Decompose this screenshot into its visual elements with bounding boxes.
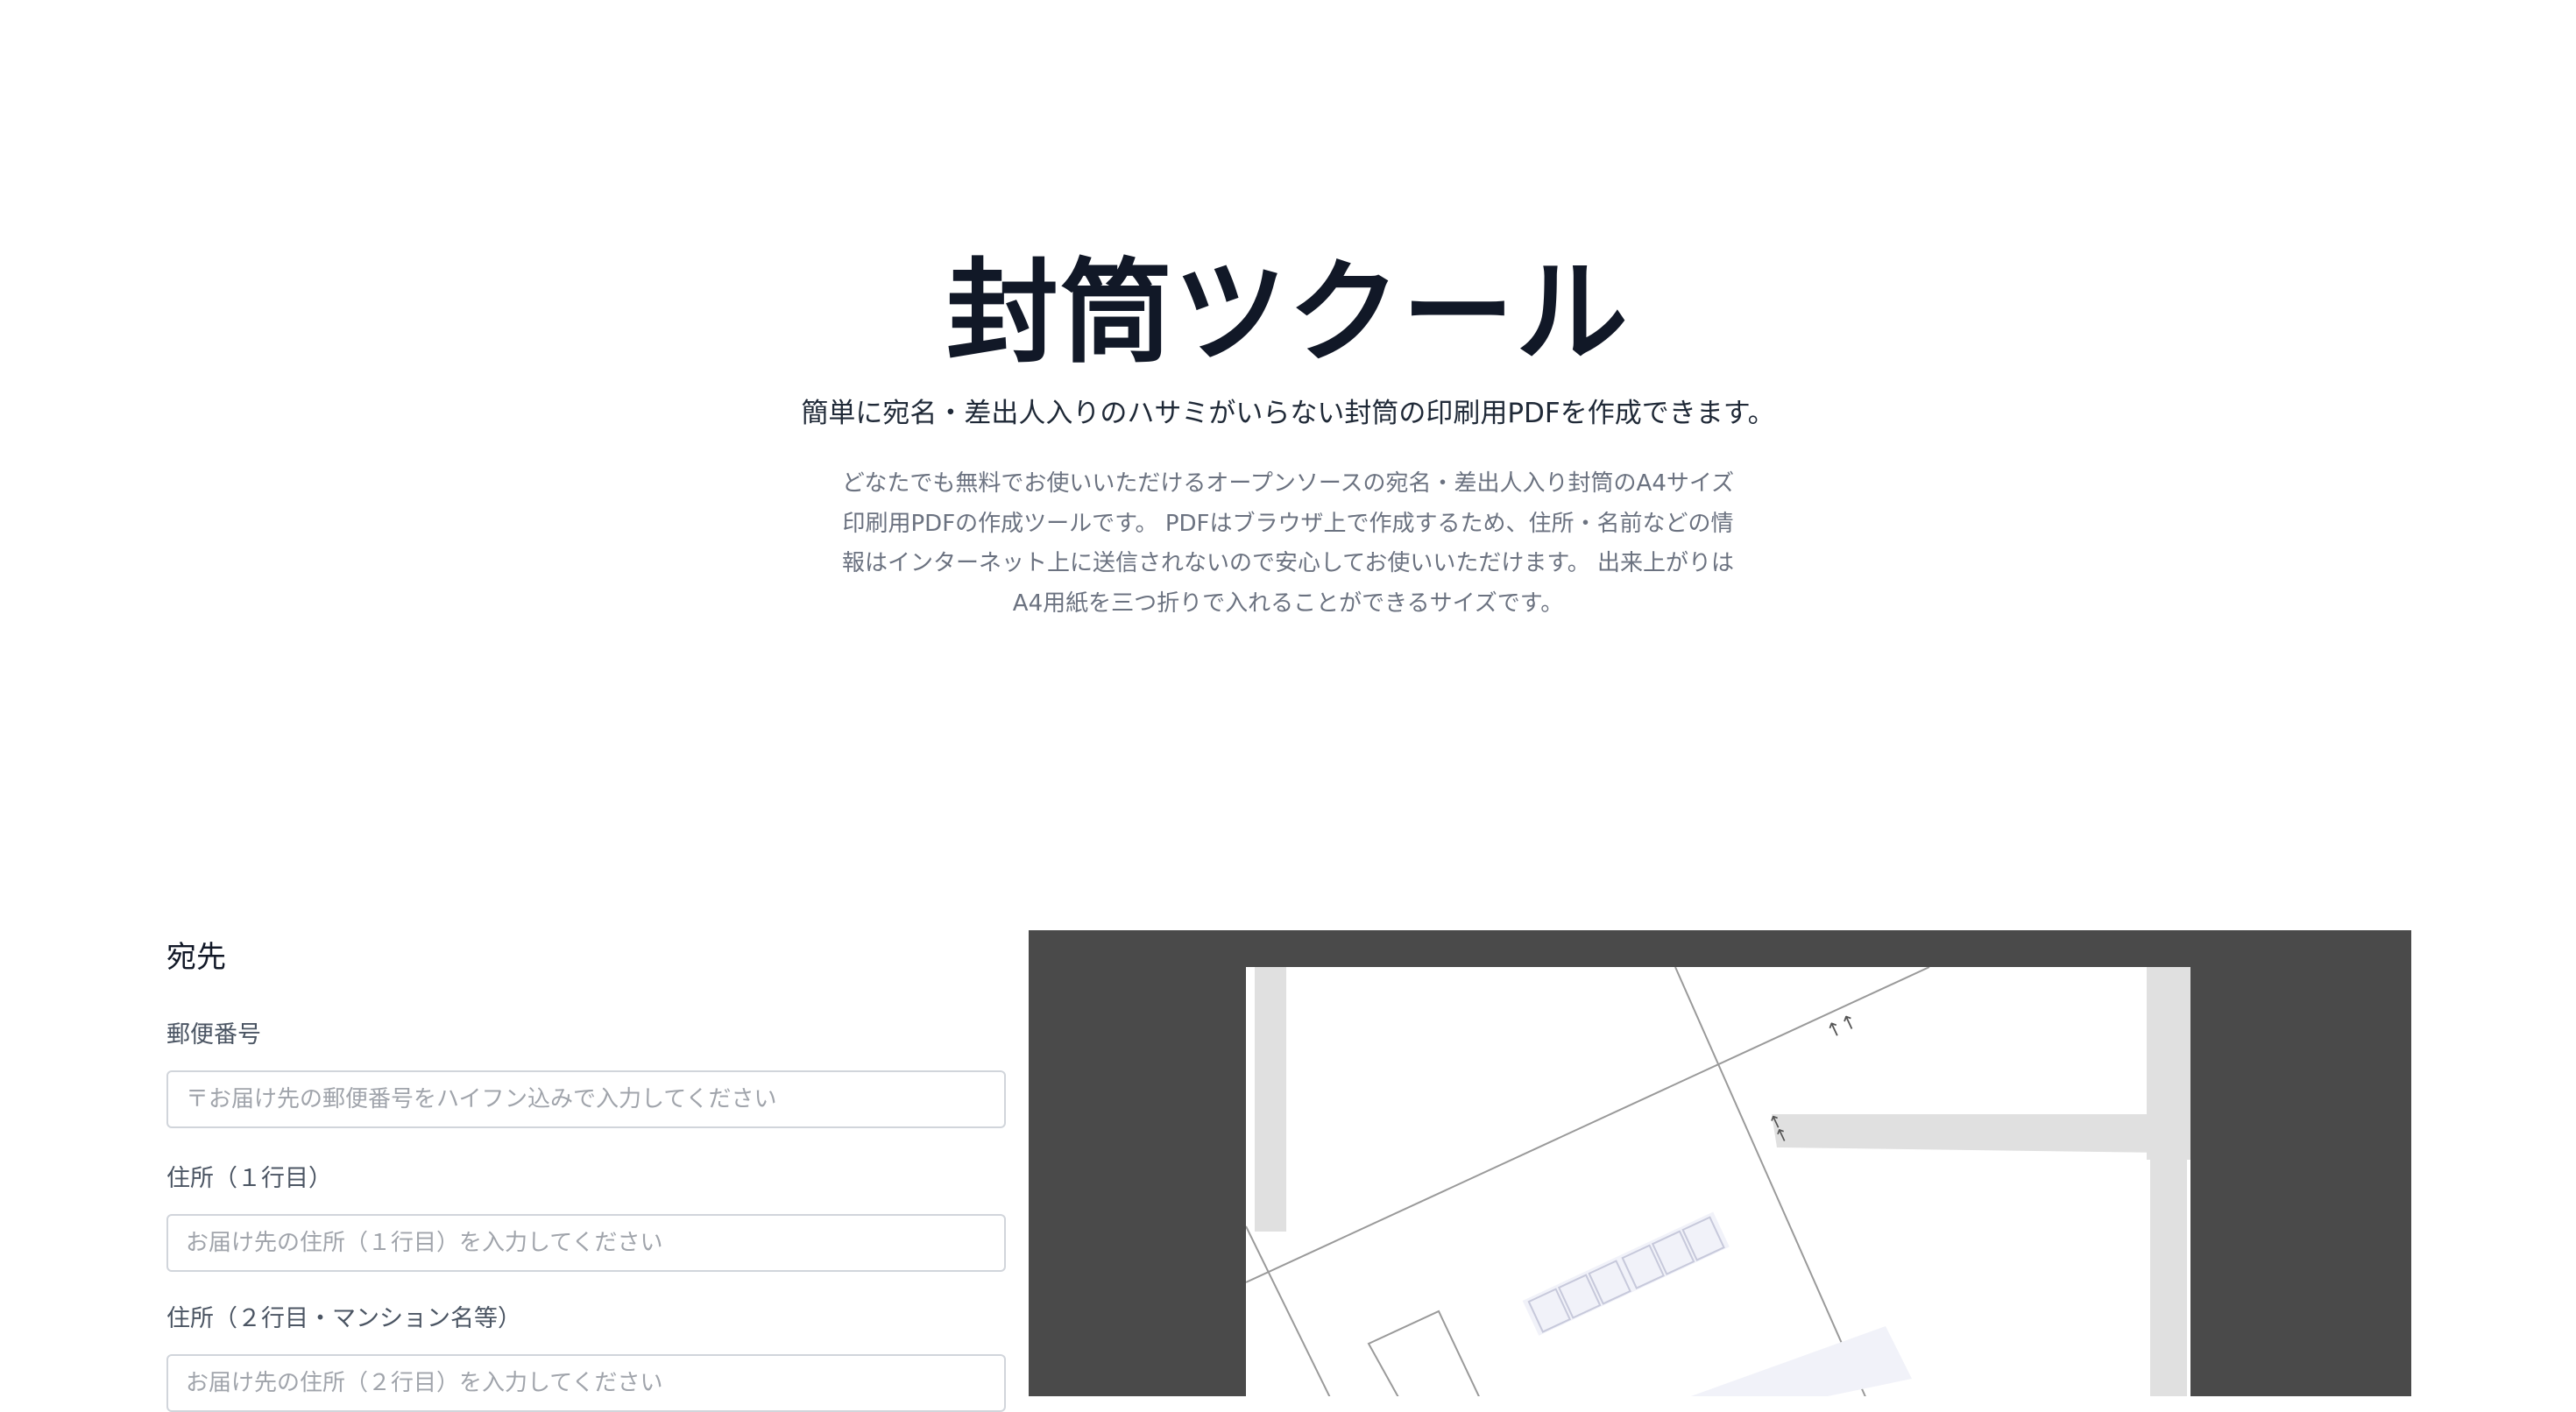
address-stripe (1690, 1326, 1912, 1396)
envelope-preview-page: ↑↑ ←← (1246, 967, 2190, 1396)
envelope-template-drawing (1246, 967, 2190, 1396)
section-heading-recipient: 宛先 (166, 940, 226, 975)
window-outline (1367, 1310, 1480, 1396)
fold-line-left (1246, 1225, 1331, 1396)
address-line2-input[interactable] (166, 1354, 1006, 1412)
address-line1-label: 住所（１行目） (166, 1165, 332, 1192)
glue-strip-left (1255, 967, 1286, 1232)
glue-strip-flap (1772, 1114, 2164, 1153)
page-description: どなたでも無料でお使いいただけるオープンソースの宛名・差出人入り封筒のA4サイズ… (841, 470, 1735, 617)
postal-code-label: 郵便番号 (166, 1021, 261, 1048)
glue-strip-right (2150, 1160, 2187, 1396)
postal-code-input[interactable] (166, 1070, 1006, 1128)
page-subtitle: 簡単に宛名・差出人入りのハサミがいらない封筒の印刷用PDFを作成できます。 (801, 398, 1775, 429)
page-title: 封筒ツクール (945, 248, 1630, 378)
address-line1-input[interactable] (166, 1214, 1006, 1272)
address-line2-label: 住所（２行目・マンション名等） (166, 1305, 521, 1332)
envelope-preview: ↑↑ ←← (1029, 930, 2411, 1396)
postal-code-boxes (1522, 1211, 1730, 1336)
